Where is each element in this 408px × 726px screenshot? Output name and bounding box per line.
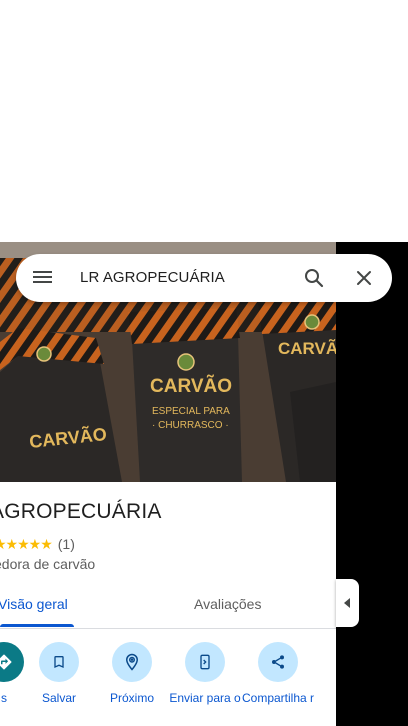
place-title: AGROPECUÁRIA bbox=[0, 500, 162, 523]
place-panel: CARVÃO ESPECIAL PARA · CHURRASCO · CARVÃ… bbox=[0, 242, 336, 726]
bag-brand-text: CARVÃO bbox=[150, 375, 232, 397]
save-button[interactable]: Salvar bbox=[17, 640, 101, 706]
share-icon bbox=[258, 642, 298, 682]
active-tab-indicator bbox=[0, 624, 74, 627]
send-to-phone-button[interactable]: Enviar para o bbox=[163, 640, 247, 706]
search-icon[interactable] bbox=[302, 266, 326, 290]
nearby-button[interactable]: Próximo bbox=[90, 640, 174, 706]
share-label: Compartilha r bbox=[241, 691, 315, 705]
place-tabs: Visão geral Avaliações bbox=[0, 582, 336, 629]
close-icon[interactable] bbox=[352, 266, 376, 290]
chevron-left-icon bbox=[343, 598, 350, 608]
tab-reviews[interactable]: Avaliações bbox=[194, 582, 261, 628]
map-blank-area bbox=[0, 0, 408, 242]
nearby-label: Próximo bbox=[109, 691, 154, 705]
place-category: edora de carvão bbox=[0, 556, 96, 572]
bookmark-icon bbox=[39, 642, 79, 682]
star-rating-icon: ★★★★★ bbox=[0, 535, 53, 552]
save-label: Salvar bbox=[41, 691, 76, 705]
map-canvas[interactable] bbox=[336, 242, 408, 726]
rating-row[interactable]: ★★★★★ (1) bbox=[0, 535, 75, 553]
menu-icon[interactable] bbox=[33, 268, 55, 288]
search-input[interactable]: LR AGROPECUÁRIA bbox=[80, 254, 225, 302]
share-button[interactable]: Compartilha r bbox=[236, 640, 320, 706]
search-bar[interactable]: LR AGROPECUÁRIA bbox=[16, 254, 392, 302]
action-buttons-row: s Salvar Próximo Enviar para o Compartil bbox=[0, 640, 336, 726]
nearby-icon bbox=[112, 642, 152, 682]
bag-subtitle-text-2: · CHURRASCO · bbox=[152, 420, 229, 431]
tab-overview[interactable]: Visão geral bbox=[0, 582, 68, 628]
send-to-phone-label: Enviar para o bbox=[169, 691, 241, 705]
bag-brand-text-right: CARVÃO bbox=[278, 338, 336, 358]
bag-subtitle-text: ESPECIAL PARA bbox=[152, 406, 230, 417]
collapse-panel-button[interactable] bbox=[336, 579, 359, 627]
review-count: (1) bbox=[57, 536, 75, 552]
send-to-phone-icon bbox=[185, 642, 225, 682]
